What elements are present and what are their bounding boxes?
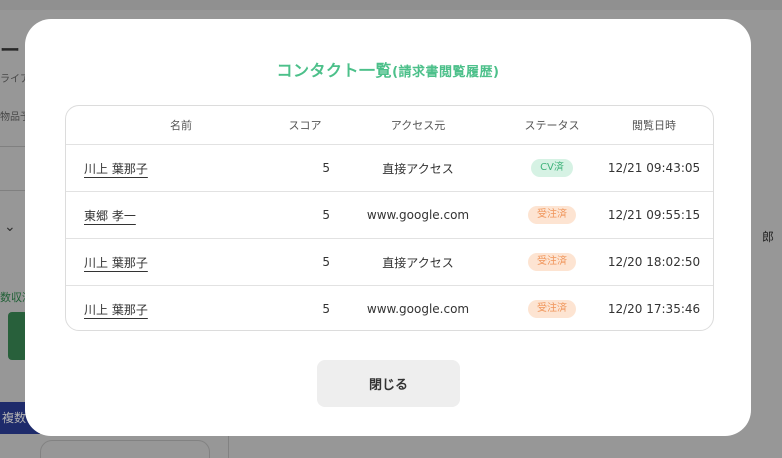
status-badge: 受注済: [528, 206, 576, 224]
contact-name-link[interactable]: 東郷 孝一: [84, 207, 136, 224]
source-value: www.google.com: [366, 302, 470, 316]
table-row: 川上 葉那子 5 直接アクセス CV済 12/21 09:43:05: [66, 144, 713, 191]
status-badge: 受注済: [528, 253, 576, 271]
date-value: 12/20 17:35:46: [607, 302, 701, 316]
source-value: www.google.com: [366, 208, 470, 222]
header-date: 閲覧日時: [632, 119, 676, 132]
score-value: 5: [322, 208, 330, 222]
contact-list-modal: コンタクト一覧(請求書閲覧履歴) 名前 スコア アクセス元 ステータス 閲覧日時…: [25, 19, 751, 436]
header-source: アクセス元: [390, 119, 446, 132]
modal-title: コンタクト一覧(請求書閲覧履歴): [25, 57, 751, 81]
score-value: 5: [322, 302, 330, 316]
table-row: 川上 葉那子 5 www.google.com 受注済 12/20 17:35:…: [66, 285, 713, 330]
table-row: 東郷 孝一 5 www.google.com 受注済 12/21 09:55:1…: [66, 191, 713, 238]
source-value: 直接アクセス: [382, 161, 454, 176]
table-header-row: 名前 スコア アクセス元 ステータス 閲覧日時: [66, 106, 713, 144]
contact-name-link[interactable]: 川上 葉那子: [84, 301, 148, 318]
date-value: 12/21 09:55:15: [607, 208, 701, 222]
modal-title-sub: (請求書閲覧履歴): [392, 65, 500, 80]
contact-name-link[interactable]: 川上 葉那子: [84, 254, 148, 271]
source-value: 直接アクセス: [382, 255, 454, 270]
status-badge: CV済: [531, 159, 573, 177]
table-row: 川上 葉那子 5 直接アクセス 受注済 12/20 18:02:50: [66, 238, 713, 285]
date-value: 12/20 18:02:50: [607, 255, 701, 269]
date-value: 12/21 09:43:05: [607, 161, 701, 175]
status-badge: 受注済: [528, 300, 576, 318]
modal-title-main: コンタクト一覧: [276, 61, 393, 80]
score-value: 5: [322, 255, 330, 269]
score-value: 5: [322, 161, 330, 175]
header-name: 名前: [170, 119, 192, 132]
contact-table: 名前 スコア アクセス元 ステータス 閲覧日時 川上 葉那子 5 直接アクセス …: [65, 105, 714, 331]
close-button[interactable]: 閉じる: [317, 360, 460, 407]
contact-name-link[interactable]: 川上 葉那子: [84, 160, 148, 177]
header-status: ステータス: [524, 119, 580, 132]
header-score: スコア: [288, 119, 322, 132]
